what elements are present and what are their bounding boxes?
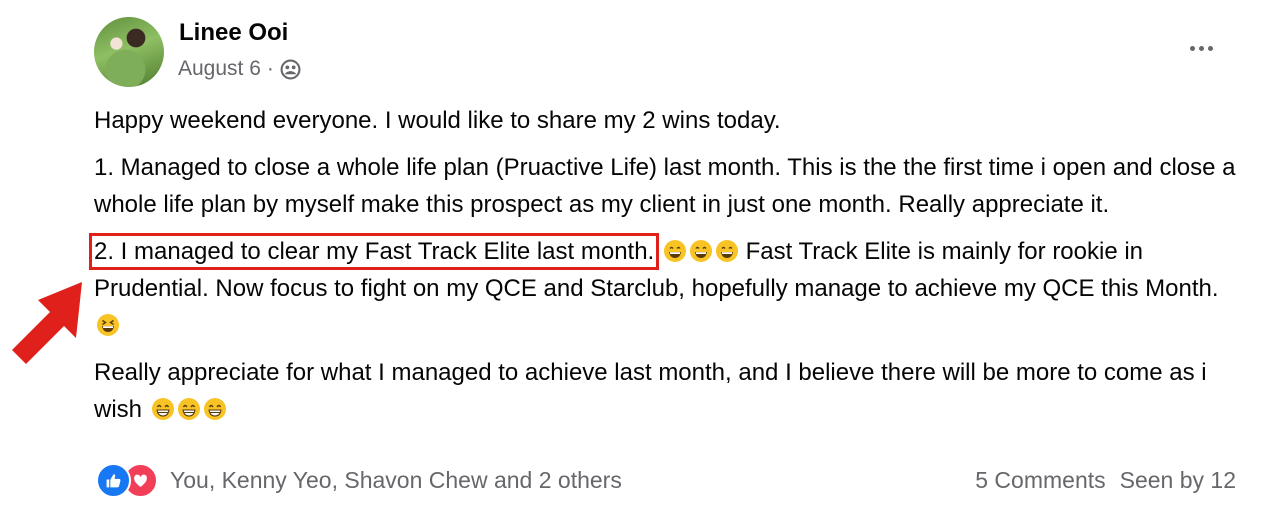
author-avatar[interactable]	[94, 17, 164, 87]
paragraph-4: Really appreciate for what I managed to …	[94, 354, 1244, 428]
reactors-text[interactable]: You, Kenny Yeo, Shavon Chew and 2 others	[170, 467, 622, 494]
post-meta: August 6 ·	[178, 57, 301, 81]
grinning-face-emoji	[689, 237, 713, 262]
paragraph-2: 1. Managed to close a whole life plan (P…	[94, 154, 1236, 218]
author-name[interactable]: Linee Ooi	[179, 19, 288, 47]
post-stats: 5 Comments Seen by 12	[961, 467, 1236, 494]
like-icon	[96, 462, 131, 498]
beaming-face-emoji	[203, 395, 227, 420]
dot-icon	[1198, 45, 1204, 51]
paragraph-1: Happy weekend everyone. I would like to …	[94, 107, 781, 134]
comments-count-link[interactable]: 5 Comments	[975, 467, 1105, 494]
dot-icon	[1189, 45, 1195, 51]
red-arrow-annotation	[12, 282, 82, 364]
more-options-button[interactable]	[1183, 36, 1219, 60]
group-icon	[280, 59, 301, 80]
highlighted-sentence: 2. I managed to clear my Fast Track Elit…	[88, 233, 660, 270]
seen-by-count[interactable]: Seen by 12	[1120, 467, 1236, 494]
grinning-face-emoji	[663, 237, 687, 262]
reaction-icons[interactable]	[96, 462, 158, 498]
dot-icon	[1207, 45, 1213, 51]
meta-separator: ·	[266, 57, 274, 80]
post-body: Happy weekend everyone. I would like to …	[88, 102, 1244, 438]
laughing-face-emoji	[96, 311, 120, 336]
beaming-face-emoji	[151, 395, 175, 420]
grinning-face-emoji	[715, 237, 739, 262]
beaming-face-emoji	[177, 395, 201, 420]
paragraph-4-text: Really appreciate for what I managed to …	[94, 359, 1207, 423]
post-date[interactable]: August 6	[178, 57, 261, 81]
post-footer: You, Kenny Yeo, Shavon Chew and 2 others…	[96, 462, 1236, 498]
paragraph-3: 2. I managed to clear my Fast Track Elit…	[88, 233, 1244, 344]
